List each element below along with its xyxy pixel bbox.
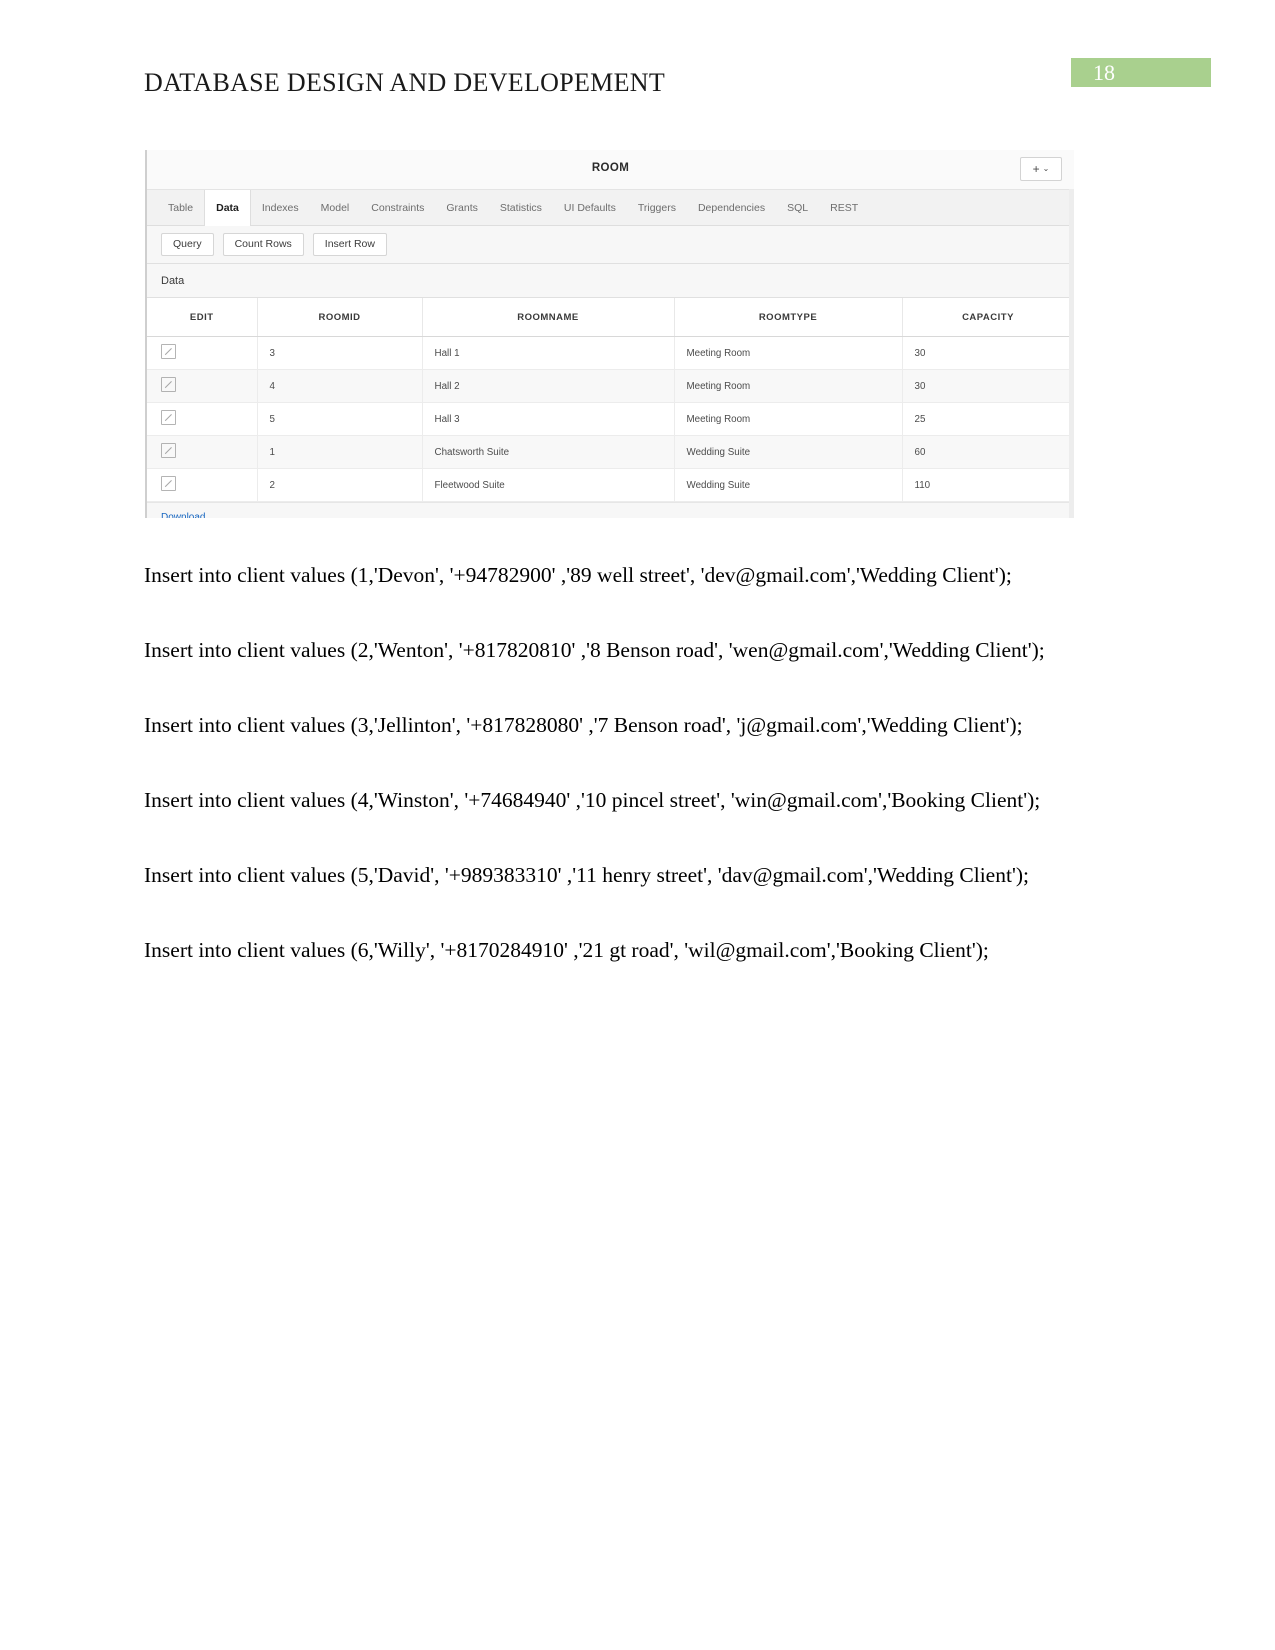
- edit-cell[interactable]: [147, 336, 258, 370]
- cell-capacity: 30: [902, 336, 1074, 370]
- table-row: 2 Fleetwood Suite Wedding Suite 110: [147, 468, 1074, 502]
- apex-screenshot: ROOM + ⌄ Table Data Indexes Model Constr…: [145, 150, 1074, 518]
- edit-pencil-icon[interactable]: [161, 410, 176, 425]
- chevron-down-icon: ⌄: [1042, 164, 1050, 173]
- room-data-table: EDIT ROOMID ROOMNAME ROOMTYPE CAPACITY 3…: [147, 298, 1074, 502]
- data-region-title: Data: [161, 274, 185, 287]
- cell-roomtype: Meeting Room: [674, 402, 903, 436]
- edit-cell[interactable]: [147, 468, 258, 502]
- tab-dependencies[interactable]: Dependencies: [687, 190, 776, 225]
- cell-roomname: Hall 2: [422, 369, 675, 403]
- apex-title-bar: ROOM + ⌄: [147, 150, 1074, 190]
- cell-roomid: 1: [257, 435, 423, 469]
- apex-tab-bar: Table Data Indexes Model Constraints Gra…: [147, 190, 1074, 226]
- tab-rest[interactable]: REST: [819, 190, 869, 225]
- cell-roomid: 2: [257, 468, 423, 502]
- tab-triggers[interactable]: Triggers: [627, 190, 687, 225]
- page-header: DATABASE DESIGN AND DEVELOPEMENT 18: [0, 0, 1275, 120]
- cell-capacity: 60: [902, 435, 1074, 469]
- cell-roomid: 3: [257, 336, 423, 370]
- tab-statistics[interactable]: Statistics: [489, 190, 553, 225]
- page-number-label: 18: [1093, 60, 1115, 85]
- tab-sql[interactable]: SQL: [776, 190, 819, 225]
- download-link[interactable]: Download: [161, 512, 205, 519]
- insert-statement-paragraph: Insert into client values (6,'Willy', '+…: [144, 938, 989, 962]
- cell-capacity: 30: [902, 369, 1074, 403]
- table-row: 1 Chatsworth Suite Wedding Suite 60: [147, 435, 1074, 469]
- apex-footer: Download: [147, 502, 1074, 518]
- cell-roomname: Chatsworth Suite: [422, 435, 675, 469]
- cell-roomid: 4: [257, 369, 423, 403]
- page-title: DATABASE DESIGN AND DEVELOPEMENT: [144, 68, 666, 97]
- count-rows-button[interactable]: Count Rows: [222, 232, 304, 257]
- insert-statement-paragraph: Insert into client values (2,'Wenton', '…: [144, 638, 1045, 662]
- column-header-capacity[interactable]: CAPACITY: [902, 298, 1074, 337]
- column-header-roomname[interactable]: ROOMNAME: [422, 298, 675, 337]
- edit-cell[interactable]: [147, 435, 258, 469]
- page-number-badge: 18: [1071, 58, 1211, 87]
- tab-constraints[interactable]: Constraints: [360, 190, 435, 225]
- column-header-roomid[interactable]: ROOMID: [257, 298, 423, 337]
- plus-icon: +: [1032, 162, 1040, 176]
- edit-cell[interactable]: [147, 369, 258, 403]
- insert-statement-paragraph: Insert into client values (3,'Jellinton'…: [144, 713, 1023, 737]
- insert-statement-paragraph: Insert into client values (1,'Devon', '+…: [144, 563, 1012, 587]
- apex-toolbar: Query Count Rows Insert Row: [147, 226, 1074, 264]
- tab-indexes[interactable]: Indexes: [251, 190, 310, 225]
- cell-roomname: Hall 3: [422, 402, 675, 436]
- cell-roomtype: Wedding Suite: [674, 468, 903, 502]
- table-row: 3 Hall 1 Meeting Room 30: [147, 336, 1074, 370]
- insert-statement-paragraph: Insert into client values (4,'Winston', …: [144, 788, 1041, 812]
- query-button[interactable]: Query: [161, 232, 214, 257]
- cell-roomtype: Meeting Room: [674, 336, 903, 370]
- cell-roomname: Hall 1: [422, 336, 675, 370]
- column-header-edit[interactable]: EDIT: [147, 298, 258, 337]
- edit-pencil-icon[interactable]: [161, 476, 176, 491]
- tab-model[interactable]: Model: [310, 190, 361, 225]
- table-row: 4 Hall 2 Meeting Room 30: [147, 369, 1074, 403]
- edit-pencil-icon[interactable]: [161, 377, 176, 392]
- cell-capacity: 25: [902, 402, 1074, 436]
- cell-roomid: 5: [257, 402, 423, 436]
- tab-data[interactable]: Data: [204, 190, 251, 226]
- insert-row-button[interactable]: Insert Row: [312, 232, 387, 257]
- add-dropdown-button[interactable]: + ⌄: [1020, 157, 1062, 181]
- edit-pencil-icon[interactable]: [161, 443, 176, 458]
- table-row: 5 Hall 3 Meeting Room 25: [147, 402, 1074, 436]
- edit-cell[interactable]: [147, 402, 258, 436]
- cell-roomname: Fleetwood Suite: [422, 468, 675, 502]
- data-region-header: Data: [147, 264, 1074, 298]
- vertical-scrollbar[interactable]: [1069, 189, 1074, 518]
- cell-roomtype: Meeting Room: [674, 369, 903, 403]
- tab-table[interactable]: Table: [157, 190, 204, 225]
- tab-grants[interactable]: Grants: [435, 190, 489, 225]
- document-body: Insert into client values (1,'Devon', '+…: [144, 548, 1072, 998]
- edit-pencil-icon[interactable]: [161, 344, 176, 359]
- column-header-roomtype[interactable]: ROOMTYPE: [674, 298, 903, 337]
- apex-table-name: ROOM: [591, 162, 630, 174]
- cell-roomtype: Wedding Suite: [674, 435, 903, 469]
- cell-capacity: 110: [902, 468, 1074, 502]
- tab-ui-defaults[interactable]: UI Defaults: [553, 190, 627, 225]
- insert-statement-paragraph: Insert into client values (5,'David', '+…: [144, 863, 1029, 887]
- table-header-row: EDIT ROOMID ROOMNAME ROOMTYPE CAPACITY: [147, 298, 1074, 337]
